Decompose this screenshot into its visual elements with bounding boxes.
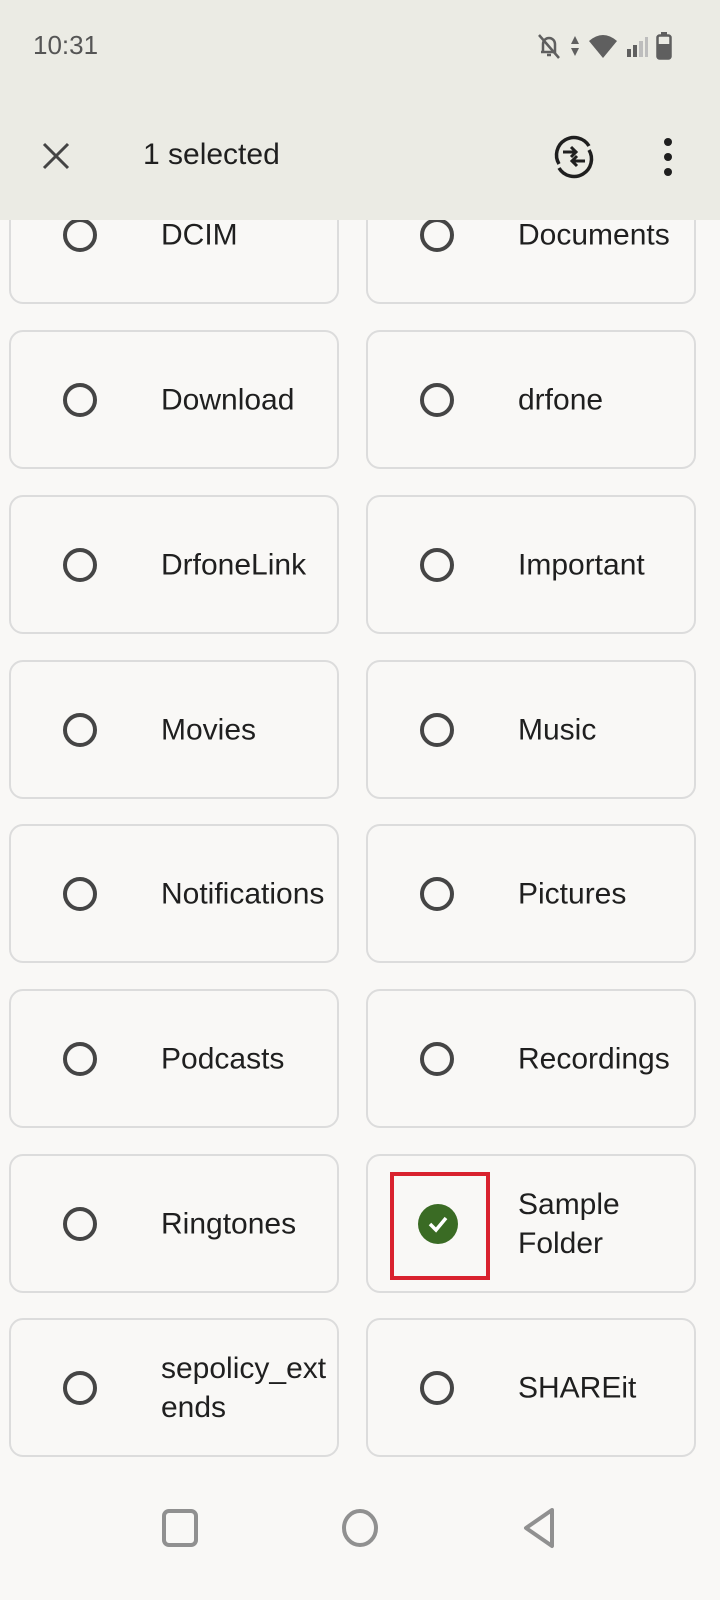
data-arrows-icon xyxy=(570,34,580,63)
recents-button[interactable] xyxy=(150,1498,210,1558)
select-radio[interactable] xyxy=(420,712,454,747)
select-radio[interactable] xyxy=(63,382,97,417)
status-icons xyxy=(536,32,672,65)
folder-name: drfone xyxy=(518,383,604,416)
folder-card[interactable]: DrfoneLink xyxy=(9,495,339,634)
select-radio[interactable] xyxy=(420,1041,454,1076)
folder-card[interactable]: Pictures xyxy=(366,824,696,963)
folder-name: Recordings xyxy=(518,1042,670,1075)
navigation-bar xyxy=(0,1480,720,1600)
folder-name: Notifications xyxy=(161,877,325,910)
folder-card[interactable]: Ringtones xyxy=(9,1154,339,1293)
more-vert-icon xyxy=(664,138,672,146)
notifications-off-icon xyxy=(536,32,562,65)
folder-card[interactable]: Sample Folder xyxy=(366,1154,696,1293)
select-radio[interactable] xyxy=(420,876,454,911)
folder-name: Important xyxy=(518,548,645,581)
select-radio[interactable] xyxy=(420,217,454,252)
folder-card[interactable]: Movies xyxy=(9,660,339,799)
back-button[interactable] xyxy=(510,1498,570,1558)
folder-name: Pictures xyxy=(518,877,627,910)
folder-card[interactable]: Important xyxy=(366,495,696,634)
wifi-icon xyxy=(588,33,618,64)
signal-icon xyxy=(626,35,648,62)
swap-icon xyxy=(554,135,594,179)
folder-card[interactable]: Podcasts xyxy=(9,989,339,1128)
app-bar: 1 selected xyxy=(0,100,720,220)
folder-name: Documents xyxy=(518,218,670,251)
battery-icon xyxy=(656,32,672,65)
select-radio[interactable] xyxy=(420,382,454,417)
folder-name: Podcasts xyxy=(161,1042,285,1075)
folder-card[interactable]: Download xyxy=(9,330,339,469)
select-radio[interactable] xyxy=(63,1370,97,1405)
folder-name: Movies xyxy=(161,713,257,746)
folder-card[interactable]: Recordings xyxy=(366,989,696,1128)
select-radio[interactable] xyxy=(63,1041,97,1076)
select-radio[interactable] xyxy=(63,1206,97,1241)
status-time: 10:31 xyxy=(33,30,99,60)
folder-name: Music xyxy=(518,713,597,746)
folder-name: DCIM xyxy=(161,218,238,251)
folder-name: Download xyxy=(161,383,295,416)
home-icon xyxy=(342,1509,378,1547)
select-radio[interactable] xyxy=(420,547,454,582)
folder-name: SHAREit xyxy=(518,1371,637,1404)
close-icon xyxy=(42,142,70,170)
select-radio[interactable] xyxy=(63,217,97,252)
more-options-button[interactable] xyxy=(648,134,688,180)
folder-name: DrfoneLink xyxy=(161,548,307,581)
back-icon xyxy=(524,1508,554,1548)
folder-card[interactable]: SHAREit xyxy=(366,1318,696,1457)
folder-card[interactable]: sepolicy_extends xyxy=(9,1318,339,1457)
select-radio[interactable] xyxy=(63,712,97,747)
home-button[interactable] xyxy=(330,1498,390,1558)
select-radio[interactable] xyxy=(63,876,97,911)
selection-count-title: 1 selected xyxy=(143,138,280,171)
highlight-box xyxy=(390,1172,490,1280)
folder-card[interactable]: Notifications xyxy=(9,824,339,963)
select-radio[interactable] xyxy=(420,1370,454,1405)
folder-name: Sample Folder xyxy=(518,1187,620,1260)
folder-name: sepolicy_extends xyxy=(161,1351,327,1424)
close-selection-button[interactable] xyxy=(30,130,82,182)
recents-icon xyxy=(162,1509,198,1547)
status-bar: 10:31 xyxy=(0,0,720,100)
folder-name: Ringtones xyxy=(161,1207,297,1240)
select-radio[interactable] xyxy=(63,547,97,582)
folder-card[interactable]: drfone xyxy=(366,330,696,469)
swap-button[interactable] xyxy=(551,134,597,180)
folder-card[interactable]: Music xyxy=(366,660,696,799)
